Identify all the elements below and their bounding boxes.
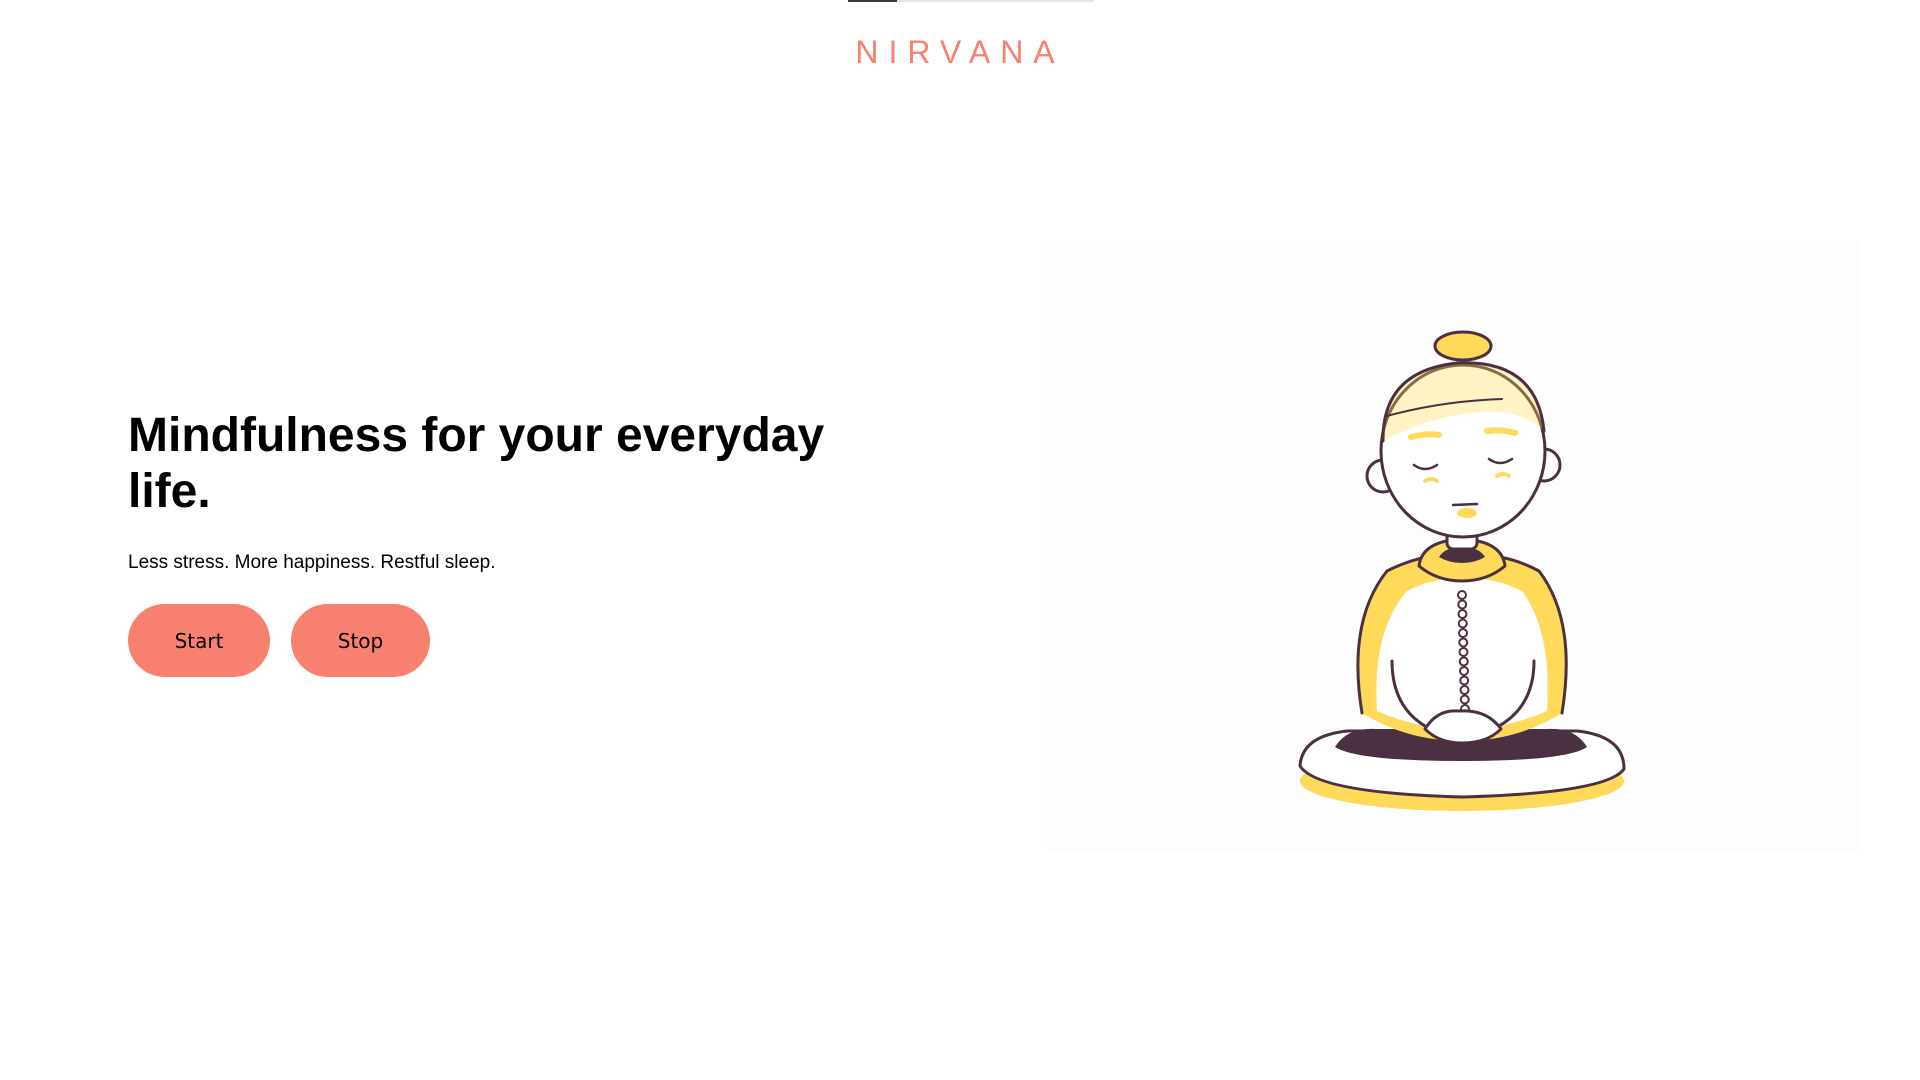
hero-section: Mindfulness for your everyday life. Less… <box>128 408 888 677</box>
prayer-bead <box>1459 666 1469 676</box>
prayer-bead <box>1459 685 1470 695</box>
prayer-bead <box>1457 618 1468 629</box>
landing-page: NIRVANA Mindfulness for your everyday li… <box>0 0 1920 1080</box>
action-buttons: Start Stop <box>128 604 888 677</box>
prayer-bead <box>1457 609 1468 619</box>
prayer-bead <box>1459 694 1470 705</box>
start-button[interactable]: Start <box>128 604 270 677</box>
prayer-bead <box>1458 637 1469 648</box>
stop-button[interactable]: Stop <box>291 604 430 677</box>
hero-title: Mindfulness for your everyday life. <box>128 409 825 518</box>
meditating-person-icon <box>1298 330 1626 811</box>
progress-fill <box>848 0 898 2</box>
prayer-bead <box>1458 656 1469 667</box>
prayer-bead <box>1459 675 1470 686</box>
prayer-bead <box>1458 647 1469 657</box>
hero-subtitle: Less stress. More happiness. Restful sle… <box>128 552 496 573</box>
progress-bar <box>848 0 1094 2</box>
prayer-bead <box>1458 628 1468 638</box>
prayer-bead <box>1457 599 1468 610</box>
prayer-bead <box>1457 590 1467 600</box>
brand-logo[interactable]: NIRVANA <box>0 34 1920 71</box>
meditation-illustration <box>1047 241 1860 851</box>
